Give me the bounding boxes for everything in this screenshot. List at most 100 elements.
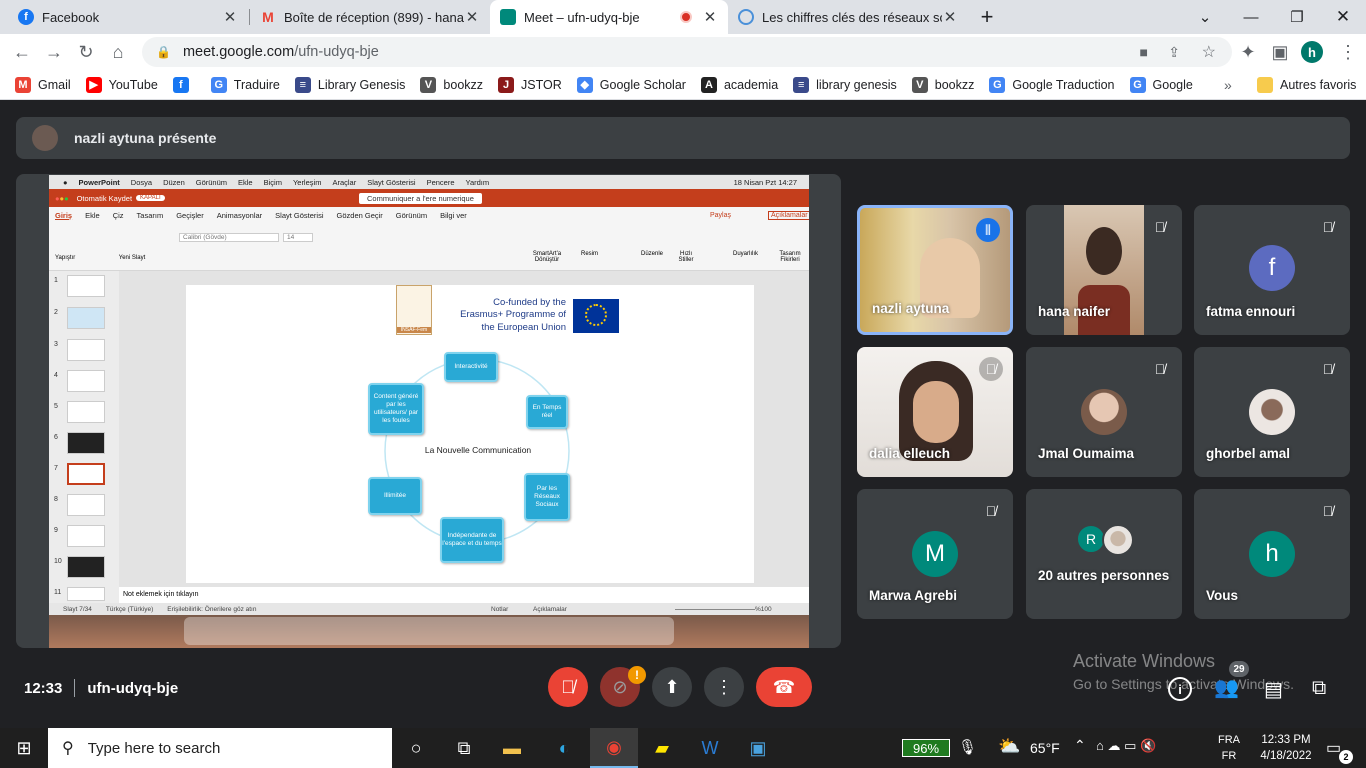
sticky-notes-icon[interactable]: ▰ xyxy=(638,728,686,768)
bookmark-item[interactable]: Aacademia xyxy=(700,76,778,93)
bookmark-item[interactable]: M Gmail xyxy=(15,76,71,93)
clock-time: 12:33 PM xyxy=(1261,734,1311,746)
bookmark-item[interactable]: G Google xyxy=(1129,76,1193,93)
participant-tile[interactable]: ⦀ nazli aytuna xyxy=(857,205,1013,335)
participant-avatar: M xyxy=(912,531,958,577)
close-tab-icon[interactable]: ✕ xyxy=(222,8,238,26)
people-icon[interactable]: 👥 xyxy=(1214,675,1239,700)
participant-name: nazli aytuna xyxy=(872,301,950,316)
tray-icons[interactable]: ⌂ ☁ ▭ 🔇 xyxy=(1096,738,1156,754)
other-bookmarks-folder[interactable]: Autres favoris xyxy=(1257,76,1356,93)
browser-toolbar: ← → ↻ ⌂ 🔒 meet.google.com/ufn-udyq-bje ■… xyxy=(0,34,1366,70)
meet-icon xyxy=(500,9,516,25)
bookmark-item[interactable]: Vbookzz xyxy=(420,76,483,93)
bookmark-item[interactable]: J JSTOR xyxy=(498,76,562,93)
restore-icon[interactable]: ❐ xyxy=(1274,0,1320,34)
battery-indicator[interactable]: 96% xyxy=(902,739,950,757)
participant-group-tile[interactable]: R 20 autres personnes xyxy=(1026,489,1182,619)
mic-off-icon: 🎙̸ xyxy=(1154,219,1166,235)
new-tab-button[interactable]: + xyxy=(964,0,1010,34)
menu-icon[interactable]: ⋮ xyxy=(1334,38,1362,66)
tab-reseaux[interactable]: Les chiffres clés des réseaux soci ✕ xyxy=(728,0,968,34)
mic-off-icon: 🎙̸ xyxy=(561,676,575,697)
info-icon[interactable]: i xyxy=(1168,677,1192,701)
participant-tile[interactable]: M 🎙̸ Marwa Agrebi xyxy=(857,489,1013,619)
weather-temp[interactable]: 65°F xyxy=(1030,740,1060,756)
taskbar-search[interactable]: ⚲ Type here to search xyxy=(48,728,392,768)
bookmark-item[interactable]: ≡ library genesis xyxy=(793,76,897,93)
more-bookmarks-icon[interactable]: » xyxy=(1224,77,1232,93)
present-button[interactable]: ⬆ xyxy=(652,667,692,707)
ribbon-label: Hızlı Stiller xyxy=(678,251,694,263)
cortana-icon[interactable]: ○ xyxy=(392,728,440,768)
bookmark-item[interactable]: G Google Traduction xyxy=(989,76,1115,93)
input-language[interactable]: FRA FR xyxy=(1218,732,1240,764)
tab-title: Les chiffres clés des réseaux soci xyxy=(762,9,942,25)
close-tab-icon[interactable]: ✕ xyxy=(942,8,958,26)
participant-tile[interactable]: f 🎙̸ fatma ennouri xyxy=(1194,205,1350,335)
ribbon-tab: Giriş xyxy=(55,210,73,220)
back-icon[interactable]: ← xyxy=(8,38,36,66)
windows-start-icon[interactable]: ⊞ xyxy=(0,728,48,768)
participant-tile-self[interactable]: h 🎙̸ Vous xyxy=(1194,489,1350,619)
font-box: Calibri (Gövde) xyxy=(179,233,279,242)
slide-thumb-current xyxy=(67,463,105,485)
leave-call-button[interactable]: ☎ xyxy=(756,667,812,707)
bookmark-item[interactable]: ▶ YouTube xyxy=(85,76,158,93)
close-window-icon[interactable]: ✕ xyxy=(1320,0,1366,34)
file-explorer-icon[interactable]: ▬ xyxy=(488,728,536,768)
tab-meet[interactable]: Meet – ufn-udyq-bje ✕ xyxy=(490,0,728,34)
participant-name: fatma ennouri xyxy=(1206,304,1296,319)
sidepanel-icon[interactable]: ▣ xyxy=(1266,38,1294,66)
word-icon[interactable]: W xyxy=(686,728,734,768)
activities-icon[interactable]: ⧉ xyxy=(1312,677,1326,700)
close-tab-icon[interactable]: ✕ xyxy=(464,8,480,26)
profile-avatar[interactable]: h xyxy=(1298,38,1326,66)
chrome-icon[interactable]: ◉ xyxy=(590,728,638,768)
slide-number: 3 xyxy=(54,341,58,348)
reload-icon[interactable]: ↻ xyxy=(72,38,100,66)
participant-tile[interactable]: 🎙̸ ghorbel amal xyxy=(1194,347,1350,477)
more-options-button[interactable]: ⋮ xyxy=(704,667,744,707)
bookmark-item[interactable]: ◆ Google Scholar xyxy=(576,76,686,93)
task-view-icon[interactable]: ⧉ xyxy=(440,728,488,768)
share-icon[interactable]: ⇪ xyxy=(1168,44,1180,61)
node-interactivite: Interactivité xyxy=(444,352,498,382)
menu-item: PowerPoint xyxy=(78,177,120,187)
participant-tile[interactable]: 🎙̸ hana naifer xyxy=(1026,205,1182,335)
chat-icon[interactable]: ▤ xyxy=(1264,677,1283,702)
tray-chevron-icon[interactable]: ⌃ xyxy=(1074,737,1086,754)
clock[interactable]: 12:33 PM 4/18/2022 xyxy=(1254,732,1318,764)
status-lang: Türkçe (Türkiye) xyxy=(105,605,154,613)
extensions-icon[interactable]: ✦ xyxy=(1234,38,1262,66)
mic-off-icon: 🎙̸ xyxy=(1322,219,1334,235)
close-tab-icon[interactable]: ✕ xyxy=(702,8,718,26)
bookmark-item[interactable]: f xyxy=(172,76,196,93)
bookmark-label: bookzz xyxy=(934,77,975,92)
ribbon-label: Yeni Slayt xyxy=(118,255,146,261)
bookmark-star-icon[interactable]: ☆ xyxy=(1202,42,1216,62)
home-icon[interactable]: ⌂ xyxy=(104,38,132,66)
tab-search-icon[interactable]: ⌄ xyxy=(1182,0,1228,34)
mic-off-icon: 🎙̸ xyxy=(985,503,997,519)
mic-toggle-button[interactable]: 🎙̸ xyxy=(548,667,588,707)
minimize-icon[interactable]: — xyxy=(1228,0,1274,34)
presenting-banner: nazli aytuna présente xyxy=(16,117,1350,159)
bookmark-item[interactable]: G Traduire xyxy=(210,76,280,93)
apple-icon: ● xyxy=(63,177,68,187)
tab-facebook[interactable]: f Facebook ✕ xyxy=(8,0,248,34)
participant-avatar xyxy=(1102,524,1134,556)
photos-icon[interactable]: ▣ xyxy=(734,728,782,768)
bookmark-item[interactable]: ≡ Library Genesis xyxy=(294,76,405,93)
address-bar[interactable]: 🔒 meet.google.com/ufn-udyq-bje ■ ⇪ ☆ xyxy=(142,37,1232,67)
meeting-code[interactable]: ufn-udyq-bje xyxy=(87,680,178,697)
tab-gmail[interactable]: M Boîte de réception (899) - hana.n ✕ xyxy=(250,0,490,34)
youtube-icon: ▶ xyxy=(85,76,102,93)
participant-tile[interactable]: 🎙̸ dalia elleuch xyxy=(857,347,1013,477)
camera-icon[interactable]: ■ xyxy=(1140,44,1148,60)
edge-icon[interactable]: ◐ xyxy=(540,728,588,768)
forward-icon[interactable]: → xyxy=(40,38,68,66)
participant-tile[interactable]: 🎙̸ Jmal Oumaima xyxy=(1026,347,1182,477)
bookmark-item[interactable]: Vbookzz xyxy=(911,76,975,93)
ribbon-tab: Gözden Geçir xyxy=(336,210,383,220)
